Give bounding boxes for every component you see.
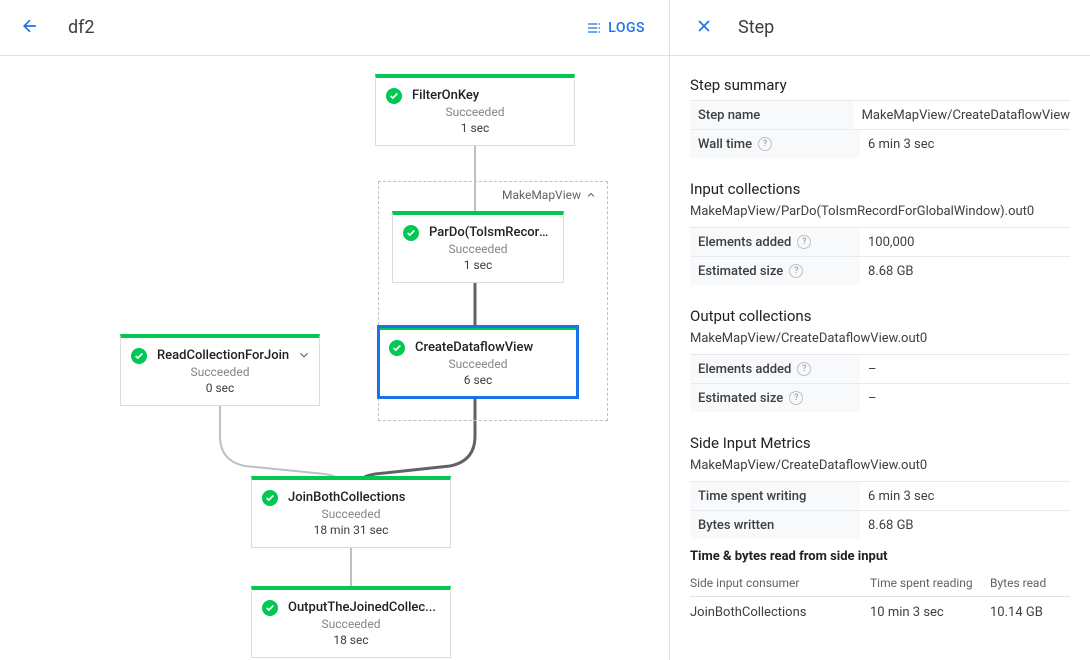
header: df2 LOGS [0, 0, 669, 56]
job-name: df2 [68, 17, 95, 38]
node-join-both[interactable]: JoinBothCollections Succeeded 18 min 31 … [251, 476, 451, 548]
kv-bytes-written: Bytes written 8.68 GB [690, 510, 1070, 539]
back-arrow-icon[interactable] [16, 12, 44, 44]
check-circle-icon [403, 225, 419, 241]
side-body: Step summary Step name MakeMapView/Creat… [670, 56, 1090, 650]
kv-wall-time: Wall time? 6 min 3 sec [690, 129, 1070, 158]
help-icon[interactable]: ? [758, 137, 772, 151]
kv-out-size: Estimated size? – [690, 383, 1070, 412]
check-circle-icon [389, 340, 405, 356]
section-output-collections: Output collections MakeMapView/CreateDat… [690, 307, 1070, 412]
check-circle-icon [131, 348, 147, 364]
kv-elements-added: Elements added? 100,000 [690, 227, 1070, 256]
side-input-table-row: JoinBothCollections 10 min 3 sec 10.14 G… [690, 597, 1070, 628]
kv-write-time: Time spent writing 6 min 3 sec [690, 481, 1070, 510]
node-read-collection[interactable]: ReadCollectionForJoin Succeeded 0 sec [120, 334, 320, 406]
help-icon[interactable]: ? [797, 362, 811, 376]
side-title: Step [738, 17, 774, 38]
side-header: Step [670, 0, 1090, 56]
kv-step-name: Step name MakeMapView/CreateDataflowView [690, 100, 1070, 129]
composite-label[interactable]: MakeMapView [502, 188, 597, 202]
node-filter-on-key[interactable]: FilterOnKey Succeeded 1 sec [375, 74, 575, 146]
chevron-up-icon [585, 189, 597, 201]
main-panel: df2 LOGS MakeMapView [0, 0, 670, 660]
node-create-dataflow-view[interactable]: CreateDataflowView Succeeded 6 sec [378, 326, 578, 398]
kv-estimated-size: Estimated size? 8.68 GB [690, 256, 1070, 285]
check-circle-icon [386, 88, 402, 104]
check-circle-icon [262, 490, 278, 506]
logs-button[interactable]: LOGS [578, 12, 653, 44]
node-output-joined[interactable]: OutputTheJoinedCollec... Succeeded 18 se… [251, 586, 451, 658]
help-icon[interactable]: ? [797, 235, 811, 249]
logs-icon [586, 20, 602, 36]
section-input-collections: Input collections MakeMapView/ParDo(ToIs… [690, 180, 1070, 285]
graph-canvas[interactable]: MakeMapView FilterOnKey Succeeded 1 sec … [0, 56, 669, 660]
help-icon[interactable]: ? [789, 391, 803, 405]
side-input-table-header: Side input consumer Time spent reading B… [690, 570, 1070, 597]
chevron-down-icon [297, 348, 311, 366]
section-step-summary: Step summary Step name MakeMapView/Creat… [690, 76, 1070, 158]
close-icon[interactable] [690, 12, 718, 44]
node-pardo[interactable]: ParDo(ToIsmRecordFor... Succeeded 1 sec [392, 211, 564, 283]
check-circle-icon [262, 600, 278, 616]
kv-out-elements: Elements added? – [690, 354, 1070, 383]
help-icon[interactable]: ? [789, 264, 803, 278]
section-side-input-metrics: Side Input Metrics MakeMapView/CreateDat… [690, 434, 1070, 628]
side-panel: Step Step summary Step name MakeMapView/… [670, 0, 1090, 660]
